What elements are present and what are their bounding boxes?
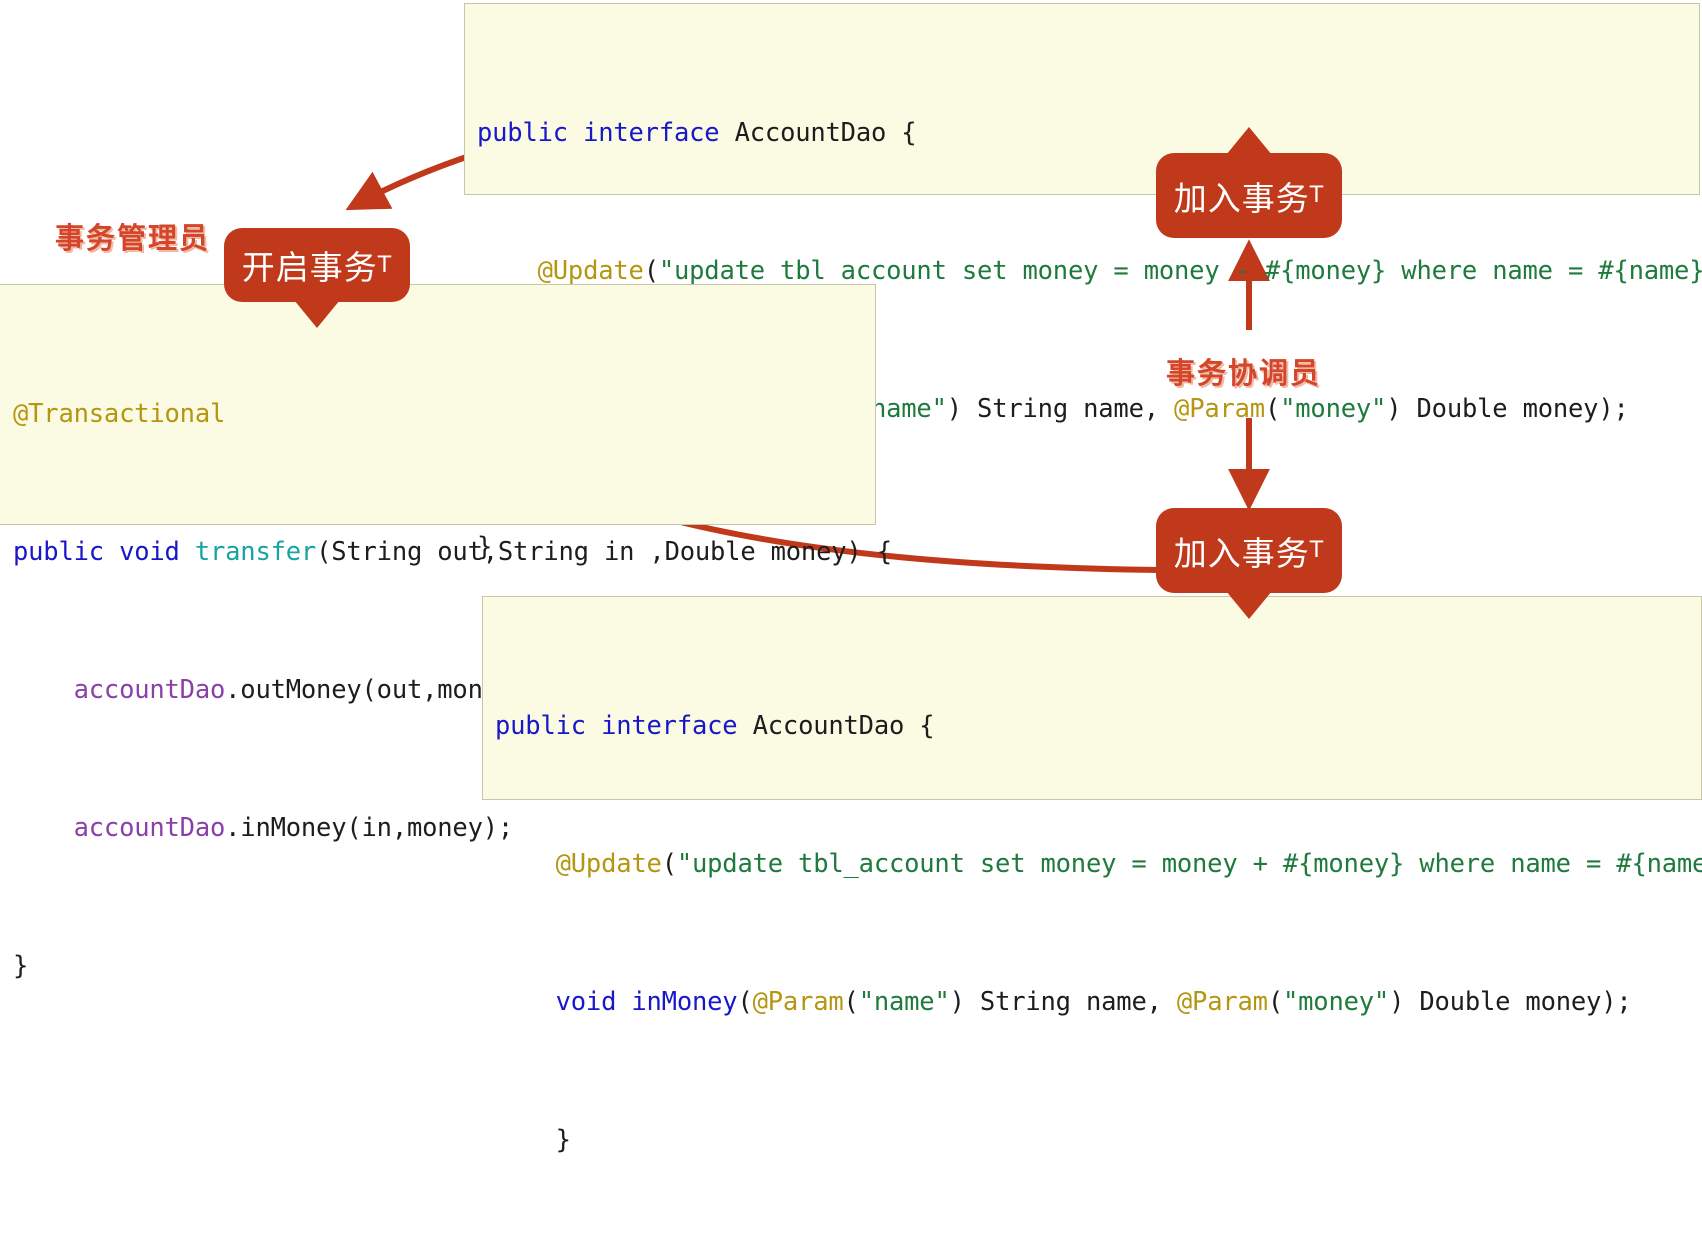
label-transaction-coordinator: 事务协调员 [1166,356,1322,390]
token-identifier: accountDao [73,675,226,705]
token-paren: ( [1267,987,1283,1017]
token-brace: { [901,118,917,148]
code-line: public void transfer(String out,String i… [13,529,892,575]
token-string: "money" [1282,987,1390,1017]
token-keyword: public [477,118,568,148]
token-identifier: accountDao [73,813,226,843]
code-panel-transfer-service: @Transactional public void transfer(Stri… [0,284,892,981]
token-signature: (String out,String in ,Double money) { [316,537,892,567]
token-string: "update tbl_account set money = money - … [658,256,1702,286]
label-transaction-manager: 事务管理员 [55,221,211,255]
token-paren: ) [949,987,965,1017]
callout-join-top-suffix: T [1309,183,1325,208]
token-brace: } [555,1125,571,1155]
code-line: @Transactional [13,391,875,437]
callout-join-top-text: 加入事务 [1173,178,1310,218]
callout-open-transaction-suffix: T [377,252,393,278]
token-paren: ( [843,987,859,1017]
token-type: Double money); [1401,394,1629,424]
token-paren: ( [737,987,753,1017]
token-paren: ( [1264,394,1281,424]
callout-join-bottom-text: 加入事务 [1173,533,1310,573]
code-line: @Update("update tbl_account set money = … [495,841,1702,887]
token-call: .inMoney(in,money); [225,813,514,843]
code-line: public interface AccountDao { [495,703,1701,749]
token-annotation: @Transactional [13,399,226,429]
code-line: } [495,1117,1701,1163]
token-method: transfer [194,537,317,567]
token-keyword: void [119,537,180,567]
code-panel-out-money-dao: public interface AccountDao { @Update("u… [464,3,1702,562]
token-string: "name" [858,987,950,1017]
token-type: String name, [964,987,1177,1017]
token-string: "update tbl_account set money = money + … [676,849,1702,879]
token-paren: ) [1389,987,1405,1017]
callout-open-transaction-text: 开启事务 [241,248,378,287]
token-keyword: void [555,987,617,1017]
code-panel-in-money-dao: public interface AccountDao { @Update("u… [482,596,1702,1155]
diagram-canvas: public interface AccountDao { @Update("u… [0,0,1702,1155]
token-type: AccountDao [752,711,905,741]
token-keyword: interface [601,711,738,741]
callout-open-transaction: 开启事务 T [224,228,410,328]
token-annotation: @Update [537,256,644,286]
code-line: public interface AccountDao { [477,110,1699,156]
token-paren: ( [643,256,659,286]
token-keyword: public [495,711,586,741]
token-keyword: interface [583,118,720,148]
token-paren: ) [1386,394,1402,424]
token-annotation: @Update [555,849,662,879]
callout-tail-icon [1226,127,1272,155]
code-line: void inMoney(@Param("name") String name,… [495,979,1701,1025]
token-method: inMoney [631,987,738,1017]
callout-join-transaction-bottom: 加入事务 T [1156,508,1342,619]
token-type: String name, [961,394,1175,424]
token-brace: { [919,711,935,741]
token-brace: } [13,951,29,981]
token-type: AccountDao [734,118,887,148]
token-annotation: @Param [1176,987,1268,1017]
callout-tail-icon [1226,591,1272,619]
callout-join-bottom-suffix: T [1309,538,1325,563]
token-paren: ) [946,394,962,424]
token-string: "money" [1280,394,1387,424]
token-annotation: @Param [1174,394,1265,424]
token-keyword: public [13,537,104,567]
callout-join-transaction-top: 加入事务 T [1156,127,1342,238]
callout-tail-icon [294,300,340,328]
token-annotation: @Param [752,987,844,1017]
token-type: Double money); [1404,987,1632,1017]
token-paren: ( [661,849,677,879]
